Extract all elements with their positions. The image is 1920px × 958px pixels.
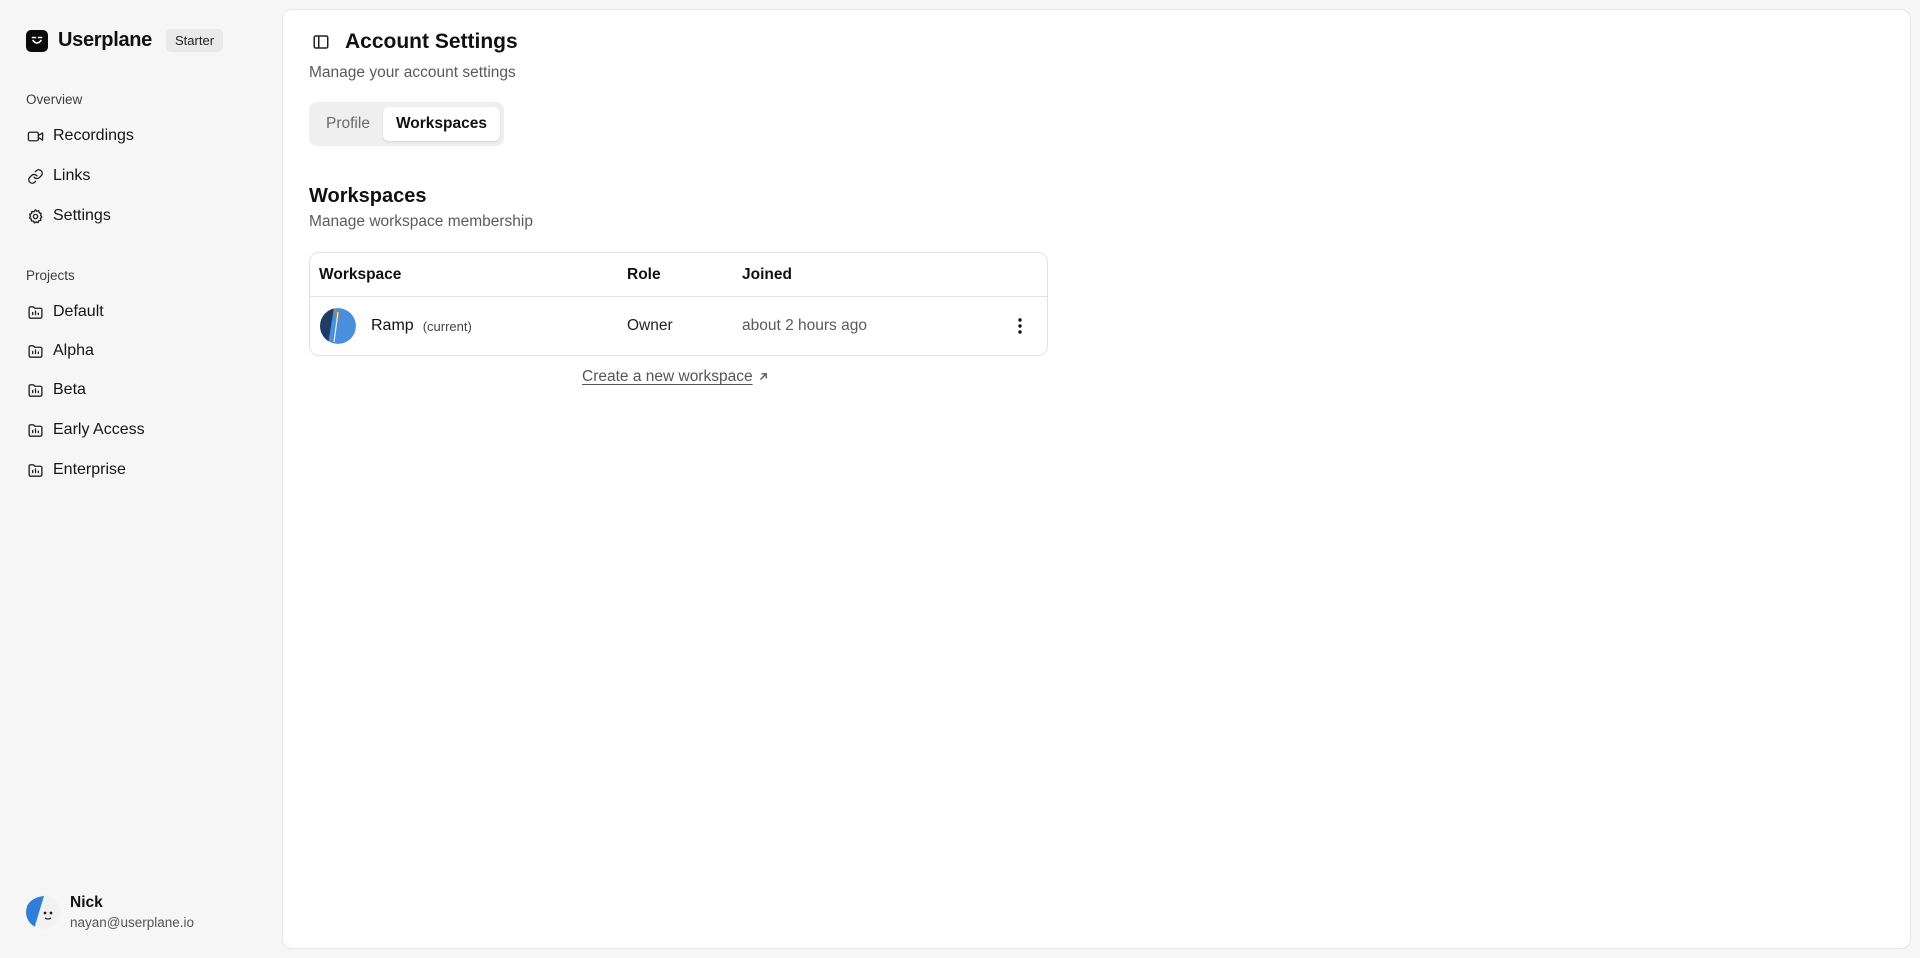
sidebar-item-enterprise[interactable]: Enterprise — [26, 453, 266, 487]
avatar — [26, 895, 60, 929]
brand-name: Userplane — [58, 29, 153, 51]
brand[interactable]: Userplane Starter — [26, 29, 224, 52]
sidebar-item-early-access[interactable]: Early Access — [26, 413, 266, 447]
sidebar-item-label: Enterprise — [53, 461, 126, 478]
user-name: Nick — [70, 894, 103, 911]
workspace-name: Ramp — [371, 317, 414, 334]
table-row: Ramp (current) Owner about 2 hours ago — [310, 297, 1047, 355]
sidebar-item-label: Settings — [53, 207, 111, 224]
joined-cell: about 2 hours ago — [742, 317, 867, 334]
sidebar-item-recordings[interactable]: Recordings — [26, 119, 266, 153]
user-email: nayan@userplane.io — [70, 915, 195, 930]
sidebar-item-label: Early Access — [53, 421, 145, 438]
userplane-logo-icon — [26, 29, 48, 52]
nav-section-overview: Overview — [26, 92, 83, 107]
row-actions — [1006, 297, 1034, 355]
create-workspace-link[interactable]: Create a new workspace — [582, 368, 768, 386]
workspaces-table: Workspace Role Joined Ramp (current) Own… — [309, 252, 1048, 356]
workspace-cell: Ramp (current) — [320, 297, 472, 355]
sidebar-item-label: Default — [53, 303, 104, 320]
sidebar-toggle-icon[interactable] — [311, 32, 331, 52]
sidebar-item-label: Links — [53, 167, 91, 184]
page-header: Account Settings — [311, 30, 518, 54]
gear-icon — [26, 207, 44, 225]
page-subtitle: Manage your account settings — [309, 64, 516, 81]
plan-badge: Starter — [166, 29, 224, 52]
arrow-up-right-icon — [759, 368, 768, 386]
sidebar-item-label: Alpha — [53, 342, 94, 359]
page-title: Account Settings — [345, 30, 518, 53]
sidebar-item-label: Beta — [53, 381, 86, 398]
main-panel: Account Settings Manage your account set… — [282, 9, 1911, 949]
sidebar-item-default[interactable]: Default — [26, 295, 266, 329]
section-title: Workspaces — [309, 185, 427, 207]
video-camera-icon — [26, 127, 44, 145]
create-workspace-label: Create a new workspace — [582, 368, 753, 385]
sidebar-item-alpha[interactable]: Alpha — [26, 334, 266, 368]
table-header: Workspace Role Joined — [310, 253, 1047, 297]
sidebar: Userplane Starter Overview Recordings Li… — [0, 0, 281, 958]
sidebar-item-label: Recordings — [53, 127, 134, 144]
column-header-workspace: Workspace — [319, 266, 402, 283]
tab-workspaces[interactable]: Workspaces — [382, 107, 500, 141]
sidebar-item-links[interactable]: Links — [26, 159, 266, 193]
nav-section-projects: Projects — [26, 268, 75, 283]
tab-profile[interactable]: Profile — [313, 107, 383, 141]
more-vertical-icon[interactable] — [1006, 312, 1034, 340]
folder-icon — [26, 303, 44, 321]
workspace-avatar — [320, 308, 356, 344]
current-badge: (current) — [422, 318, 472, 334]
link-icon — [26, 167, 44, 185]
sidebar-item-beta[interactable]: Beta — [26, 373, 266, 407]
folder-icon — [26, 381, 44, 399]
column-header-role: Role — [627, 266, 661, 283]
settings-tabs: Profile Workspaces — [309, 102, 504, 146]
user-profile[interactable]: Nick nayan@userplane.io — [26, 894, 194, 930]
column-header-joined: Joined — [742, 266, 792, 283]
folder-icon — [26, 342, 44, 360]
folder-icon — [26, 461, 44, 479]
role-cell: Owner — [627, 317, 673, 334]
section-subtitle: Manage workspace membership — [309, 213, 533, 230]
folder-icon — [26, 421, 44, 439]
sidebar-item-settings[interactable]: Settings — [26, 199, 266, 233]
